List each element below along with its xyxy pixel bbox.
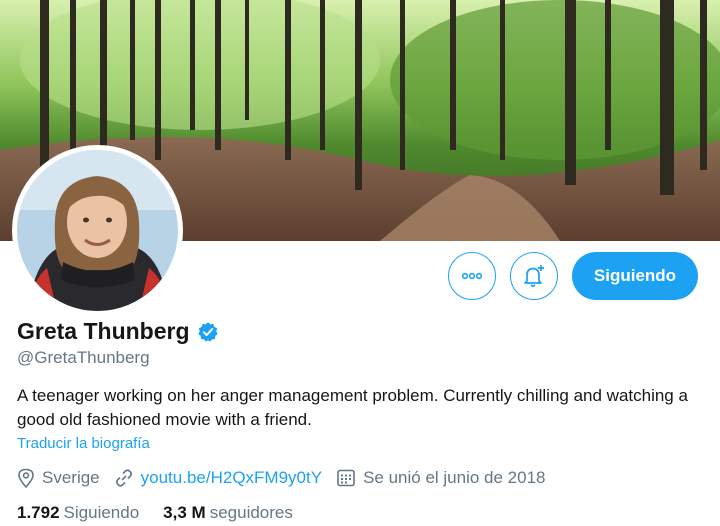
- verified-badge-icon: [197, 321, 218, 342]
- following-label: Siguiendo: [63, 503, 140, 522]
- following-count: 1.792: [17, 503, 60, 522]
- location-text: Sverige: [42, 468, 100, 487]
- calendar-icon: [337, 469, 355, 487]
- profile-handle: @GretaThunberg: [17, 348, 150, 367]
- joined-text: Se unió el junio de 2018: [363, 468, 546, 487]
- profile-stats: 1.792 Siguiendo 3,3 Mseguidores: [17, 503, 317, 523]
- profile-name: Greta Thunberg: [17, 318, 190, 344]
- translate-bio-link[interactable]: Traducir la biografía: [17, 435, 150, 452]
- following-button[interactable]: Siguiendo: [572, 252, 698, 300]
- profile-meta: Sverige youtu.be/H2QxFM9y0tY Se unió el …: [17, 468, 560, 488]
- profile-actions: Siguiendo: [448, 252, 698, 300]
- more-horizontal-icon: [461, 272, 483, 280]
- profile-joined: Se unió el junio de 2018: [336, 468, 546, 488]
- more-options-button[interactable]: [448, 252, 496, 300]
- followers-label: seguidores: [209, 503, 293, 522]
- location-pin-icon: [18, 468, 34, 488]
- profile-avatar[interactable]: [12, 145, 183, 316]
- notifications-button[interactable]: [510, 252, 558, 300]
- website-link[interactable]: youtu.be/H2QxFM9y0tY: [141, 468, 322, 488]
- profile-bio: A teenager working on her anger manageme…: [17, 386, 688, 429]
- followers-stat[interactable]: 3,3 Mseguidores: [163, 503, 293, 523]
- profile-location: Sverige: [17, 468, 100, 488]
- profile-website: youtu.be/H2QxFM9y0tY: [114, 468, 322, 488]
- following-stat[interactable]: 1.792 Siguiendo: [17, 503, 139, 523]
- bell-plus-icon: [524, 265, 544, 287]
- link-icon: [115, 469, 132, 487]
- avatar-photo: [17, 150, 178, 311]
- followers-count: 3,3 M: [163, 503, 206, 522]
- profile-name-row: Greta Thunberg: [17, 318, 219, 345]
